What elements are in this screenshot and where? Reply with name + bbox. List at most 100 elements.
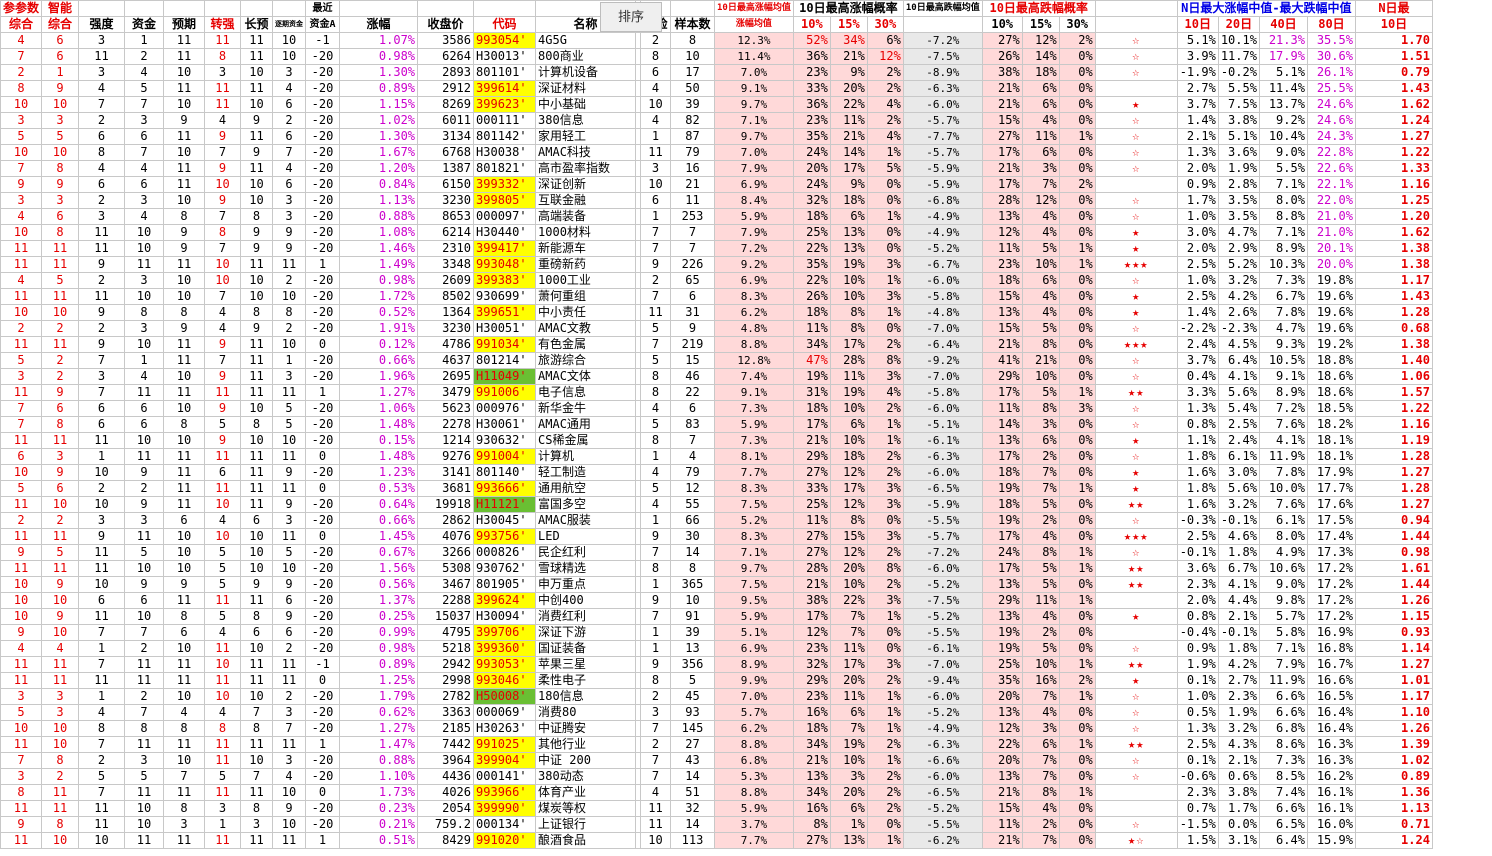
cell-f30[interactable]: 2% bbox=[1058, 32, 1096, 49]
cell-b[interactable]: 9 bbox=[41, 80, 80, 97]
cell-zja[interactable]: -20 bbox=[305, 368, 341, 385]
cell-st[interactable]: 7 bbox=[78, 96, 126, 113]
cell-zja[interactable]: 1 bbox=[305, 832, 341, 849]
cell-f30[interactable]: 0% bbox=[1058, 64, 1096, 81]
cell-p15[interactable]: 15% bbox=[829, 528, 868, 545]
cell-f10[interactable]: 21% bbox=[981, 160, 1023, 177]
cell-star[interactable]: ★ bbox=[1094, 480, 1178, 497]
cell-star[interactable]: ★★ bbox=[1094, 384, 1178, 401]
cell-sp[interactable]: 6768 bbox=[417, 144, 475, 161]
cell-p30[interactable]: 2% bbox=[866, 336, 904, 353]
cell-fx[interactable]: 10 bbox=[640, 832, 672, 849]
cell-p30[interactable]: 2% bbox=[866, 576, 904, 593]
cell-zj[interactable]: 1 bbox=[124, 352, 165, 369]
cell-b[interactable]: 6 bbox=[41, 400, 80, 417]
cell-st[interactable]: 9 bbox=[78, 336, 126, 353]
cell-d20[interactable]: 2.5% bbox=[1217, 416, 1260, 433]
cell-zja[interactable]: -20 bbox=[305, 400, 341, 417]
cell-b[interactable]: 10 bbox=[41, 96, 80, 113]
cell-p30[interactable]: 2% bbox=[866, 80, 904, 97]
cell-f15[interactable]: 8% bbox=[1021, 544, 1060, 561]
cell-d20[interactable]: 1.8% bbox=[1217, 640, 1260, 657]
cell-jz[interactable]: 5.1% bbox=[714, 624, 794, 641]
cell-b[interactable]: 10 bbox=[41, 736, 80, 753]
cell-b[interactable]: 8 bbox=[41, 816, 80, 833]
cell-zja[interactable]: -20 bbox=[305, 176, 341, 193]
cell-zf[interactable]: 1.49% bbox=[339, 256, 419, 273]
cell-a[interactable]: 4 bbox=[0, 272, 43, 289]
cell-zz[interactable]: 6 bbox=[272, 592, 307, 609]
cell-zj[interactable]: 5 bbox=[124, 768, 165, 785]
cell-b[interactable]: 10 bbox=[41, 592, 80, 609]
cell-b[interactable]: 5 bbox=[41, 128, 80, 145]
cell-zj[interactable]: 7 bbox=[124, 144, 165, 161]
cell-fx[interactable]: 1 bbox=[640, 576, 672, 593]
cell-cy[interactable]: 9 bbox=[240, 112, 274, 129]
cell-d40[interactable]: 4.9% bbox=[1258, 544, 1308, 561]
cell-cy[interactable]: 10 bbox=[240, 544, 274, 561]
cell-f30[interactable]: 0% bbox=[1058, 576, 1096, 593]
cell-f10[interactable]: 17% bbox=[981, 384, 1023, 401]
cell-f10[interactable]: 13% bbox=[981, 304, 1023, 321]
cell-d40[interactable]: 7.1% bbox=[1258, 640, 1308, 657]
cell-sp[interactable]: 2278 bbox=[417, 416, 475, 433]
cell-star[interactable]: ☆ bbox=[1094, 416, 1178, 433]
cell-p30[interactable]: 2% bbox=[866, 448, 904, 465]
cell-b[interactable]: 6 bbox=[41, 208, 80, 225]
cell-jz[interactable]: 7.7% bbox=[714, 464, 794, 481]
cell-cy[interactable]: 7 bbox=[240, 768, 274, 785]
cell-f15[interactable]: 6% bbox=[1021, 272, 1060, 289]
cell-d80[interactable]: 17.5% bbox=[1306, 512, 1356, 529]
cell-p30[interactable]: 6% bbox=[866, 32, 904, 49]
cell-p15[interactable]: 18% bbox=[829, 448, 868, 465]
cell-f10[interactable]: 19% bbox=[981, 512, 1023, 529]
cell-zq[interactable]: 1 bbox=[204, 816, 242, 833]
cell-zf[interactable]: 1.73% bbox=[339, 784, 419, 801]
cell-zq[interactable]: 5 bbox=[204, 544, 242, 561]
cell-zj[interactable]: 2 bbox=[124, 640, 165, 657]
cell-zq[interactable]: 11 bbox=[204, 784, 242, 801]
cell-dd[interactable]: -6.3% bbox=[902, 448, 983, 465]
cell-n10[interactable]: 1.38 bbox=[1354, 256, 1433, 273]
cell-mc[interactable]: 体育产业 bbox=[535, 784, 637, 801]
cell-n10[interactable]: 1.43 bbox=[1354, 80, 1433, 97]
cell-dd[interactable]: -5.8% bbox=[902, 288, 983, 305]
cell-yq[interactable]: 4 bbox=[163, 704, 206, 721]
cell-fx[interactable]: 8 bbox=[640, 384, 672, 401]
cell-st[interactable]: 2 bbox=[78, 112, 126, 129]
cell-zq[interactable]: 5 bbox=[204, 768, 242, 785]
cell-jz[interactable]: 8.8% bbox=[714, 336, 794, 353]
cell-d20[interactable]: 2.4% bbox=[1217, 432, 1260, 449]
cell-zja[interactable]: -20 bbox=[305, 592, 341, 609]
cell-mc[interactable]: 180信息 bbox=[535, 688, 637, 705]
cell-jz[interactable]: 8.9% bbox=[714, 656, 794, 673]
cell-yq[interactable]: 11 bbox=[163, 656, 206, 673]
cell-d10[interactable]: 0.1% bbox=[1176, 672, 1219, 689]
table-row[interactable]: 7 6 6 6 10 9 10 5 -20 1.06% 5623 000976' 新华金牛 4 6 7.3% 1… bbox=[0, 400, 1433, 417]
cell-yq[interactable]: 11 bbox=[163, 672, 206, 689]
column-header[interactable] bbox=[1094, 16, 1178, 33]
cell-f10[interactable]: 26% bbox=[981, 48, 1023, 65]
cell-d20[interactable]: 3.5% bbox=[1217, 192, 1260, 209]
cell-dm[interactable]: H30263' bbox=[473, 720, 537, 737]
table-row[interactable]: 4 4 1 2 10 11 10 2 -20 0.98% 5218 399360' 国证装备 1 13 6.9… bbox=[0, 640, 1433, 657]
cell-cy[interactable]: 8 bbox=[240, 720, 274, 737]
cell-a[interactable]: 4 bbox=[0, 208, 43, 225]
cell-yb[interactable]: 46 bbox=[670, 368, 716, 385]
cell-p15[interactable]: 9% bbox=[829, 176, 868, 193]
cell-f30[interactable]: 1% bbox=[1058, 656, 1096, 673]
cell-sp[interactable]: 4637 bbox=[417, 352, 475, 369]
cell-cy[interactable]: 11 bbox=[240, 784, 274, 801]
cell-fx[interactable]: 6 bbox=[640, 192, 672, 209]
cell-sp[interactable]: 3363 bbox=[417, 704, 475, 721]
cell-dd[interactable]: -5.5% bbox=[902, 512, 983, 529]
cell-d10[interactable]: 0.9% bbox=[1176, 640, 1219, 657]
cell-cy[interactable]: 10 bbox=[240, 528, 274, 545]
cell-mc[interactable]: 萧何重组 bbox=[535, 288, 637, 305]
cell-zq[interactable]: 9 bbox=[204, 432, 242, 449]
cell-zf[interactable]: 1.15% bbox=[339, 96, 419, 113]
cell-zja[interactable]: -20 bbox=[305, 112, 341, 129]
cell-d40[interactable]: 11.9% bbox=[1258, 448, 1308, 465]
cell-cy[interactable]: 10 bbox=[240, 432, 274, 449]
cell-p30[interactable]: 8% bbox=[866, 560, 904, 577]
